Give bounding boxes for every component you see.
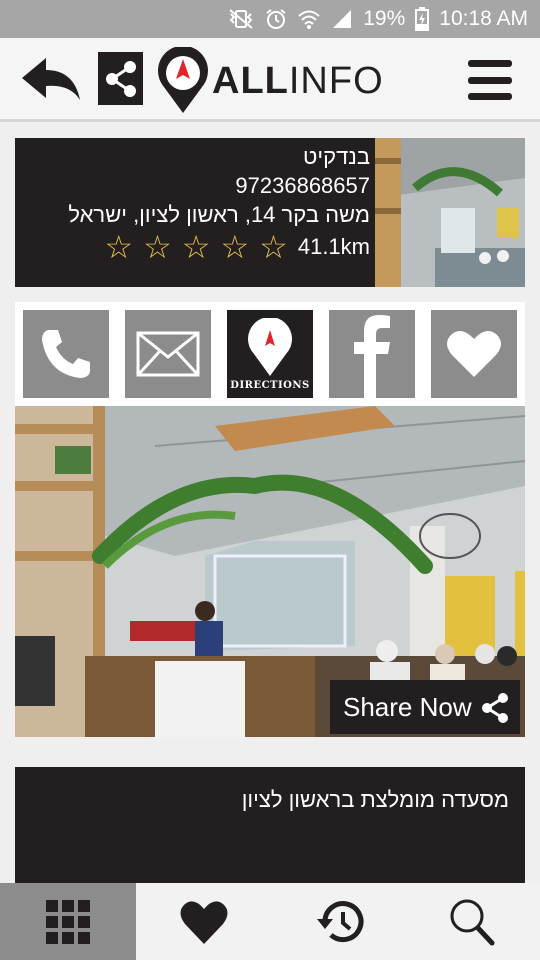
status-bar: 19% 10:18 AM [0,0,540,38]
star-empty-icon: ☆ [259,229,288,265]
star-empty-icon: ☆ [220,229,250,265]
call-button[interactable] [23,310,109,398]
clock: 10:18 AM [439,7,528,30]
share-button[interactable] [98,52,143,105]
facebook-icon [354,315,390,398]
star-rating: ☆ ☆ ☆ ☆ ☆ [104,231,287,263]
bottom-nav [0,883,540,960]
star-empty-icon: ☆ [143,229,172,265]
menu-button[interactable] [468,60,512,100]
action-bar: DIRECTIONS [15,302,525,406]
email-button[interactable] [125,310,211,398]
hamburger-icon-bar [468,60,512,67]
back-button[interactable] [22,56,84,104]
business-name: בנדקיט [303,144,370,169]
logo-pin-icon [158,47,208,113]
share-icon [105,60,136,97]
description-text: מסעדה מומלצת בראשון לציון [241,787,509,812]
allinfo-logo: ALLINFO [156,46,384,116]
back-arrow-icon [22,58,80,100]
logo-text: ALLINFO [212,59,384,102]
status-icons: 19% 10:18 AM [227,0,528,38]
nav-history[interactable] [272,883,408,960]
phone-icon [42,330,90,378]
business-thumbnail [375,138,525,287]
business-info-card[interactable]: בנדקיט 97236868657 משה בקר 14, ראשון לצי… [15,138,525,287]
grid-icon [46,899,90,944]
nav-categories[interactable] [0,883,136,960]
distance: 41.1km [297,234,370,259]
vibrate-mute-icon [229,9,253,29]
heart-icon [447,330,501,377]
share-icon [482,693,508,723]
battery-charging-icon [415,7,430,31]
hamburger-icon-bar [468,76,512,84]
hamburger-icon-bar [468,93,512,100]
share-now-button[interactable]: Share Now [330,680,520,734]
map-pin-icon [248,317,292,376]
business-phone: 97236868657 [235,173,370,198]
nav-favorites[interactable] [136,883,272,960]
star-empty-icon: ☆ [104,229,134,265]
favorite-button[interactable] [431,310,517,398]
rating-row: ☆ ☆ ☆ ☆ ☆ 41.1km [20,231,370,263]
history-icon [317,900,364,942]
wifi-icon [298,10,320,29]
battery-percent: 19% [363,7,406,30]
star-empty-icon: ☆ [181,229,211,265]
facebook-button[interactable] [329,310,415,398]
directions-button[interactable]: DIRECTIONS [227,310,313,398]
business-description: מסעדה מומלצת בראשון לציון [15,767,525,883]
directions-label: DIRECTIONS [230,379,310,391]
heart-icon [180,900,228,944]
search-icon [450,899,495,945]
alarm-icon [266,9,286,29]
app-header: ALLINFO [0,38,540,122]
share-now-label: Share Now [343,691,472,722]
mail-icon [136,331,200,377]
business-details: בנדקיט 97236868657 משה בקר 14, ראשון לצי… [20,142,370,263]
signal-icon [333,10,352,28]
nav-search[interactable] [404,883,540,960]
business-address: משה בקר 14, ראשון לציון, ישראל [68,202,370,227]
